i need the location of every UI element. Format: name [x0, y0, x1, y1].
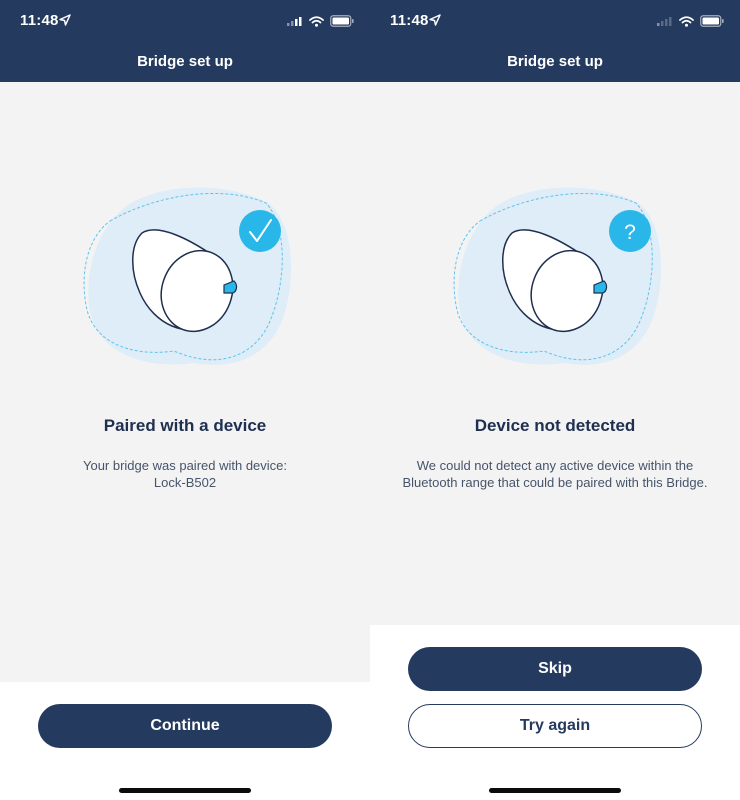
battery-icon — [700, 15, 724, 27]
location-arrow-icon — [59, 14, 71, 26]
result-message: Your bridge was paired with device: Lock… — [20, 457, 350, 491]
bottom-action-panel: Skip Try again — [370, 625, 740, 800]
bridge-lock-illustration — [83, 187, 292, 365]
nav-title: Bridge set up — [137, 53, 233, 70]
location-arrow-icon — [429, 14, 441, 26]
home-indicator[interactable] — [119, 788, 251, 793]
cellular-signal-icon — [287, 17, 302, 26]
result-heading: Device not detected — [474, 416, 636, 435]
question-mark-icon: ? — [609, 210, 651, 252]
result-message: We could not detect any active device wi… — [390, 457, 720, 491]
result-heading: Paired with a device — [103, 416, 267, 435]
device-name: Lock-B502 — [153, 475, 217, 490]
status-time: 11:48 — [390, 12, 429, 29]
paired-screen: 11:48 Bridge set up Paired with a device… — [0, 0, 370, 800]
continue-button[interactable]: Continue — [38, 704, 332, 748]
cellular-signal-icon — [657, 17, 672, 26]
skip-button[interactable]: Skip — [408, 647, 702, 691]
navigation-bar: 11:48 Bridge set up — [370, 0, 740, 82]
question-mark-glyph: ? — [624, 221, 636, 244]
bottom-action-panel: Continue — [0, 682, 370, 800]
message-line: Your bridge was paired with device: — [82, 458, 288, 473]
status-time: 11:48 — [20, 12, 59, 29]
navigation-bar: 11:48 Bridge set up — [0, 0, 370, 82]
battery-icon — [330, 15, 354, 27]
message-line: Bluetooth range that could be paired wit… — [402, 475, 708, 490]
wifi-icon — [679, 15, 694, 27]
status-icons — [287, 14, 354, 28]
not-detected-screen: 11:48 Bridge set up ? Device not detecte… — [370, 0, 740, 800]
nav-title: Bridge set up — [507, 53, 603, 70]
checkmark-icon — [239, 210, 281, 252]
try-again-button[interactable]: Try again — [408, 704, 702, 748]
status-icons — [657, 14, 724, 28]
home-indicator[interactable] — [489, 788, 621, 793]
message-line: We could not detect any active device wi… — [416, 458, 694, 473]
wifi-icon — [309, 15, 324, 27]
bridge-lock-illustration: ? — [453, 187, 662, 365]
